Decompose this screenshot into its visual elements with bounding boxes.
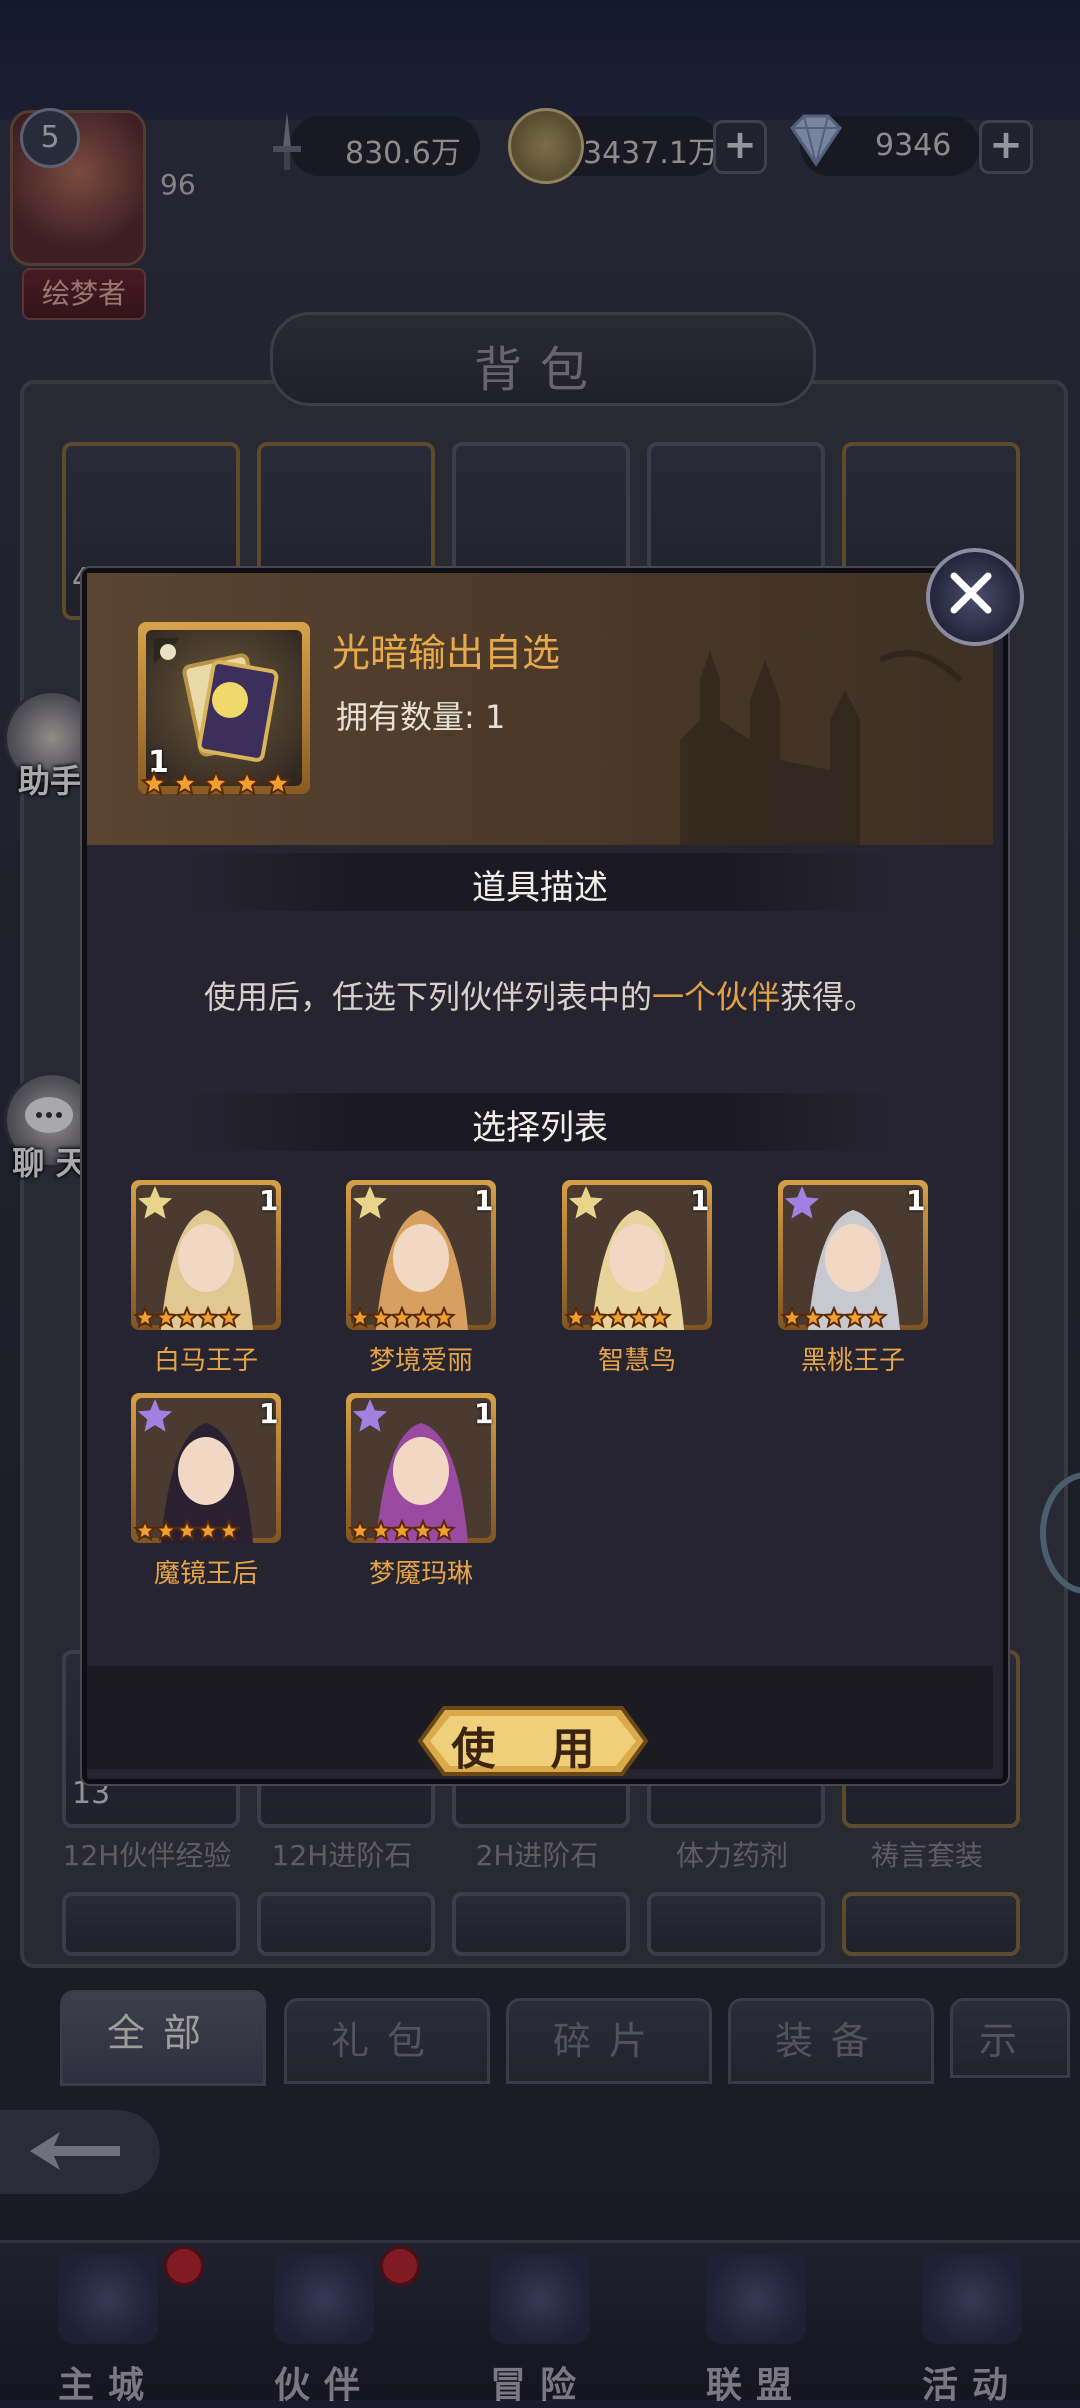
owned-label: 拥有数量: [336, 698, 475, 736]
hero-count: 1 [474, 1184, 494, 1217]
hero-name: 梦境爱丽 [368, 1346, 473, 1376]
hero-star-rating [564, 1306, 672, 1329]
star-icon [801, 1306, 825, 1329]
star-icon [411, 1306, 435, 1329]
star-icon [154, 1519, 178, 1542]
item-star-rating [140, 770, 292, 796]
star-icon [369, 1306, 393, 1329]
dark-element-icon [784, 1186, 820, 1219]
hero-name: 魔镜王后 [153, 1559, 258, 1589]
star-icon [175, 1306, 199, 1329]
star-icon [822, 1306, 846, 1329]
star-icon [348, 1519, 372, 1542]
hero-star-rating [133, 1306, 241, 1329]
dark-element-icon [352, 1399, 388, 1432]
star-icon [780, 1306, 804, 1329]
star-icon [233, 770, 261, 796]
hero-name: 智慧鸟 [597, 1346, 676, 1376]
hero-count: 1 [474, 1397, 494, 1430]
star-icon [196, 1519, 220, 1542]
close-icon [950, 572, 992, 614]
star-icon [390, 1306, 414, 1329]
item-icon [146, 630, 302, 786]
star-icon [154, 1306, 178, 1329]
star-icon [390, 1519, 414, 1542]
star-icon [585, 1306, 609, 1329]
star-icon [564, 1306, 588, 1329]
star-icon [171, 770, 199, 796]
star-icon [432, 1519, 456, 1542]
hero-star-rating [348, 1306, 456, 1329]
star-icon [348, 1306, 372, 1329]
hero-name: 梦魇玛琳 [368, 1559, 473, 1589]
desc-highlight: 一个伙伴 [651, 978, 780, 1016]
desc-header: 道具描述 [472, 868, 608, 908]
star-icon [648, 1306, 672, 1329]
item-description: 使用后，任选下列伙伴列表中的一个伙伴获得。 [82, 972, 998, 1018]
star-icon [196, 1306, 220, 1329]
star-icon [217, 1519, 241, 1542]
hero-star-rating [780, 1306, 888, 1329]
hero-count: 1 [690, 1184, 710, 1217]
dark-element-icon [137, 1399, 173, 1432]
hero-count: 1 [906, 1184, 926, 1217]
star-icon [432, 1306, 456, 1329]
star-icon [369, 1519, 393, 1542]
star-icon [133, 1519, 157, 1542]
item-name: 光暗输出自选 [332, 631, 561, 675]
star-icon [202, 770, 230, 796]
owned-value: 1 [484, 698, 506, 736]
star-icon [864, 1306, 888, 1329]
star-icon [175, 1519, 199, 1542]
star-icon [627, 1306, 651, 1329]
hero-star-rating [133, 1519, 241, 1542]
star-icon [411, 1519, 435, 1542]
light-element-icon [352, 1186, 388, 1219]
castle-silhouette-icon [680, 650, 963, 845]
hero-count: 1 [259, 1184, 279, 1217]
star-icon [140, 770, 168, 796]
star-icon [843, 1306, 867, 1329]
hero-star-rating [348, 1519, 456, 1542]
star-icon [606, 1306, 630, 1329]
light-element-icon [568, 1186, 604, 1219]
desc-prefix: 使用后，任选下列伙伴列表中的 [203, 978, 652, 1016]
desc-suffix: 获得。 [780, 978, 877, 1016]
use-button-label: 使 用 [451, 1724, 615, 1775]
light-element-icon [137, 1186, 173, 1219]
hero-name: 黑桃王子 [800, 1346, 905, 1376]
item-owned-count: 拥有数量: 1 [336, 692, 505, 738]
card-icon [154, 638, 279, 762]
star-icon [264, 770, 292, 796]
hero-name: 白马王子 [153, 1346, 258, 1376]
close-button[interactable] [926, 548, 1024, 646]
hero-count: 1 [259, 1397, 279, 1430]
star-icon [133, 1306, 157, 1329]
list-header: 选择列表 [472, 1108, 608, 1148]
star-icon [217, 1306, 241, 1329]
